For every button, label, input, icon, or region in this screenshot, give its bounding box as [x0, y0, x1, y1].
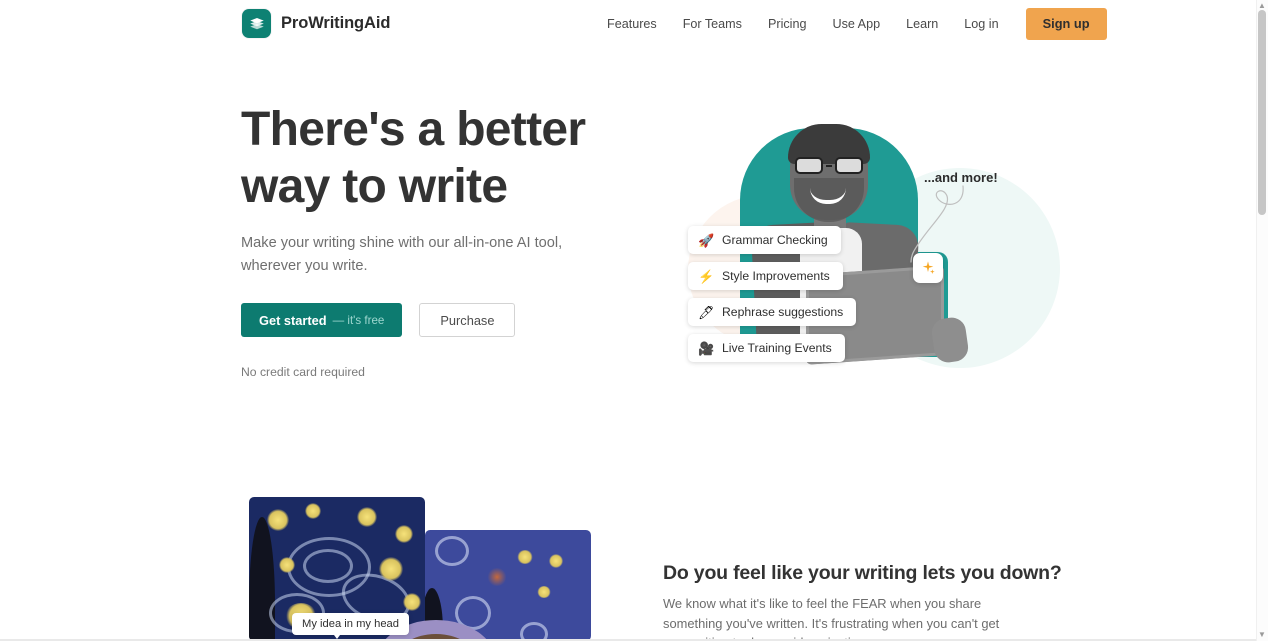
glasses-right-lens	[835, 157, 863, 174]
feature-pill-rephrase-suggestions[interactable]: 🖊 Rephrase suggestions	[688, 298, 857, 326]
and-more-pointer-line	[910, 185, 964, 263]
star	[537, 586, 551, 598]
page-root: ProWritingAid Features For Teams Pricing…	[0, 0, 1268, 641]
star	[549, 554, 563, 568]
book-pages-icon	[242, 9, 271, 38]
nav-item-features[interactable]: Features	[600, 0, 670, 48]
feature-pill-live-training-events[interactable]: 🎥 Live Training Events	[688, 334, 845, 362]
glasses-icon	[795, 157, 863, 174]
get-started-button[interactable]: Get started — it's free	[241, 303, 403, 337]
scroll-down-arrow-icon[interactable]: ▼	[1257, 630, 1267, 640]
brand-name: ProWritingAid	[281, 14, 391, 32]
hero-title-line-2: way to write	[241, 160, 508, 213]
hero-cta-row: Get started — it's free Purchase	[241, 303, 516, 337]
get-started-free-suffix: — it's free	[332, 313, 385, 327]
site-header: ProWritingAid Features For Teams Pricing…	[0, 0, 1256, 48]
feature-pill-label: Live Training Events	[722, 341, 832, 355]
star	[279, 557, 295, 573]
feature-pill-style-improvements[interactable]: ⚡ Style Improvements	[688, 262, 843, 290]
glasses-left-lens	[795, 157, 823, 174]
page-title: There's a better way to write	[241, 101, 641, 215]
swirl	[435, 536, 469, 566]
brand-logo-link[interactable]: ProWritingAid	[242, 9, 390, 38]
feature-pill-label: Style Improvements	[722, 269, 830, 283]
artwork-tooltip: My idea in my head	[292, 613, 410, 635]
get-started-label: Get started	[259, 312, 327, 328]
video-camera-icon: 🎥	[698, 340, 715, 356]
star	[267, 509, 289, 531]
artwork-tooltip-tail	[331, 631, 343, 639]
section-body-text: We know what it's like to feel the FEAR …	[663, 596, 1000, 641]
and-more-label: ...and more!	[924, 170, 998, 185]
lightning-icon: ⚡	[698, 268, 715, 284]
hero-illustration: 🚀 Grammar Checking ⚡ Style Improvements …	[660, 100, 1060, 392]
hero-subtitle: Make your writing shine with our all-in-…	[241, 235, 563, 274]
star	[395, 525, 413, 543]
cypress-tree	[249, 517, 275, 641]
feature-pill-list: 🚀 Grammar Checking ⚡ Style Improvements …	[688, 226, 857, 362]
feature-pill-label: Grammar Checking	[722, 233, 828, 247]
nav-item-pricing[interactable]: Pricing	[755, 0, 820, 48]
star	[517, 550, 533, 564]
no-credit-card-note: No credit card required	[241, 365, 365, 379]
section-heading: Do you feel like your writing lets you d…	[663, 562, 1062, 584]
nav-item-for-teams[interactable]: For Teams	[670, 0, 755, 48]
nav-item-use-app[interactable]: Use App	[819, 0, 893, 48]
star	[379, 557, 403, 581]
page-scrollbar[interactable]: ▲ ▼	[1256, 0, 1268, 641]
hero-title-line-1: There's a better	[241, 103, 586, 156]
scrollbar-thumb[interactable]	[1258, 10, 1266, 215]
rocket-icon: 🚀	[698, 232, 715, 248]
star	[305, 503, 321, 519]
nav-item-log-in[interactable]: Log in	[951, 0, 1011, 48]
purchase-button[interactable]: Purchase	[419, 303, 516, 337]
sign-up-button[interactable]: Sign up	[1025, 8, 1107, 40]
star	[357, 507, 377, 527]
feature-pill-label: Rephrase suggestions	[722, 305, 844, 319]
glasses-bridge	[826, 164, 832, 167]
nav-item-learn[interactable]: Learn	[893, 0, 951, 48]
swirl	[303, 549, 353, 583]
primary-nav: Features For Teams Pricing Use App Learn…	[600, 0, 1107, 48]
feature-pill-grammar-checking[interactable]: 🚀 Grammar Checking	[688, 226, 841, 254]
star	[487, 568, 507, 586]
star	[403, 593, 421, 611]
magic-wand-icon: 🖊	[698, 304, 715, 320]
